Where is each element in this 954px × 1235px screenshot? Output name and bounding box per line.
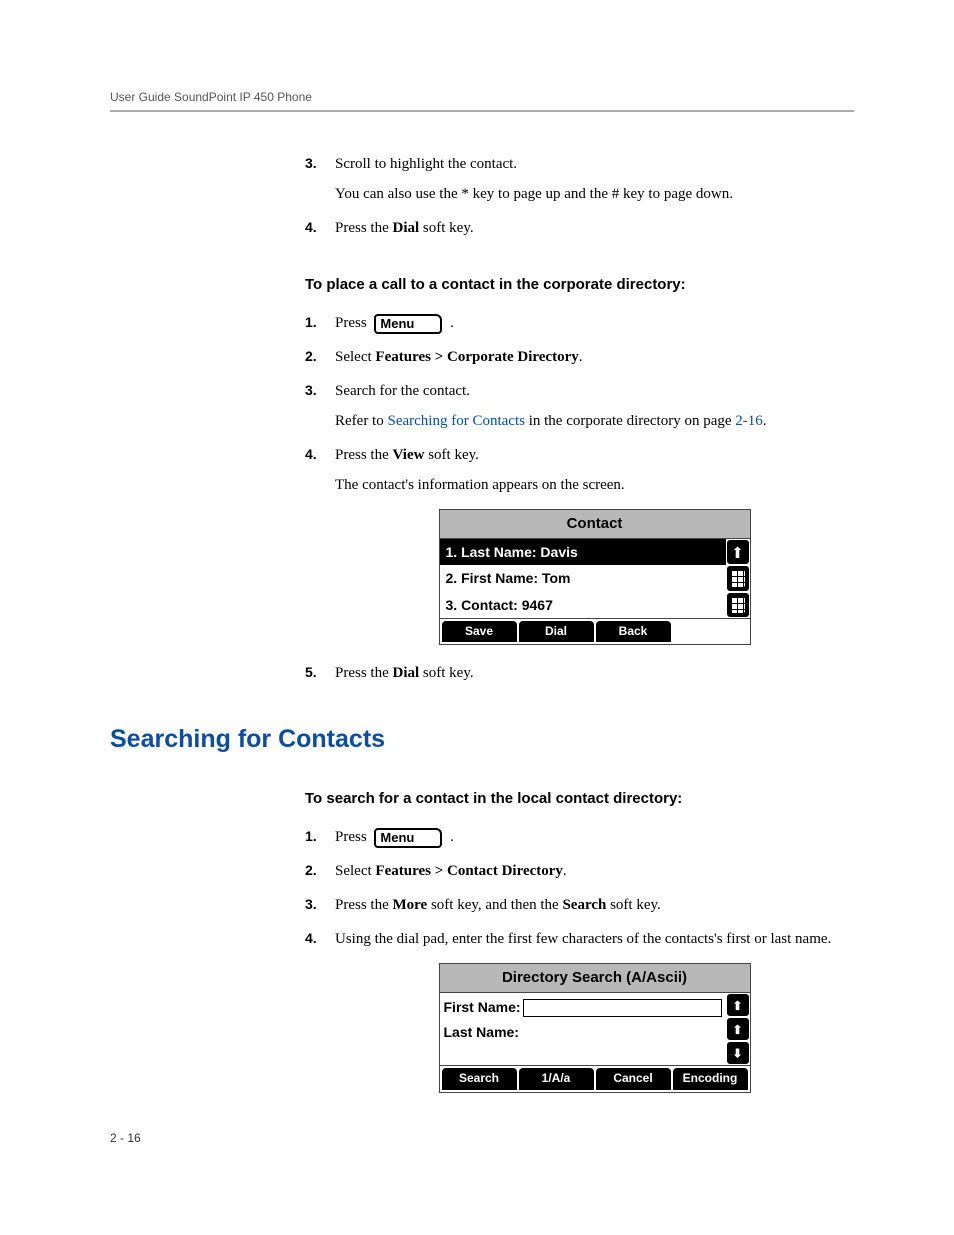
step-number: 3. [305,152,317,174]
section-title-searching: Searching for Contacts [110,725,854,754]
step-number: 4. [305,216,317,238]
scroll-up-icon [727,994,749,1016]
lcd-directory-search-screenshot: Directory Search (A/Ascii) First Name: L… [439,963,751,1092]
lcd-row: 3. Contact: 9467 [440,592,726,618]
step-number: 3. [305,893,317,915]
lcd-fields: First Name: Last Name: [440,993,726,1065]
step-number: 2. [305,859,317,881]
lcd-field-input [523,999,722,1017]
step-text: Search for the contact. [335,383,470,399]
step-text: Select Features > Corporate Directory. [335,349,583,365]
step-subtext: You can also use the * key to page up an… [335,182,854,206]
lcd-rows: 1. Last Name: Davis 2. First Name: Tom 3… [440,539,726,618]
menu-button-icon: Menu [374,314,442,334]
task-heading-corporate: To place a call to a contact in the corp… [305,276,854,293]
lcd-field-label: Last Name: [444,1021,519,1043]
link-searching-contacts[interactable]: Searching for Contacts [387,413,524,429]
step-number: 4. [305,443,317,465]
softkey-search: Search [442,1068,517,1089]
step-number: 3. [305,379,317,401]
step-number: 1. [305,311,317,333]
softkey-encoding: Encoding [673,1068,748,1089]
step-subtext: Refer to Searching for Contacts in the c… [335,409,854,433]
link-page-ref[interactable]: 2-16 [735,413,763,429]
softkey-mode: 1/A/a [519,1068,594,1089]
step-number: 2. [305,345,317,367]
keypad-icon [727,566,749,590]
task-heading-local: To search for a contact in the local con… [305,790,854,807]
menu-button-icon: Menu [374,828,442,848]
keypad-icon [727,593,749,617]
lcd-contact-screenshot: Contact 1. Last Name: Davis 2. First Nam… [439,509,751,645]
softkey-save: Save [442,621,517,642]
page-number: 2 - 16 [110,1131,141,1145]
page-header: User Guide SoundPoint IP 450 Phone [110,90,854,112]
steps-list-b: 1. Press Menu . 2. Select Features > Cor… [305,311,854,685]
step-number: 5. [305,661,317,683]
lcd-title: Directory Search (A/Ascii) [440,964,750,993]
step-text: Scroll to highlight the contact. [335,156,517,172]
steps-list-a: 3. Scroll to highlight the contact. You … [305,152,854,240]
step-text: Press the Dial soft key. [335,220,474,236]
softkey-dial: Dial [519,621,594,642]
softkey-cancel: Cancel [596,1068,671,1089]
step-number: 4. [305,927,317,949]
scroll-down-icon [727,1042,749,1064]
step-text: Press the More soft key, and then the Se… [335,897,661,913]
lcd-field-label: First Name: [444,996,521,1018]
lcd-title: Contact [440,510,750,539]
step-text: Press the View soft key. [335,447,479,463]
step-text: Press Menu . [335,829,454,845]
step-text: Select Features > Contact Directory. [335,863,567,879]
steps-list-c: 1. Press Menu . 2. Select Features > Con… [305,825,854,1092]
step-text: Using the dial pad, enter the first few … [335,931,831,947]
scroll-up-icon [727,540,749,564]
lcd-row-selected: 1. Last Name: Davis [440,539,726,565]
lcd-row: 2. First Name: Tom [440,565,726,591]
step-text: Press Menu . [335,315,454,331]
step-number: 1. [305,825,317,847]
step-text: Press the Dial soft key. [335,665,474,681]
scroll-up-icon [727,1018,749,1040]
step-subtext: The contact's information appears on the… [335,473,854,497]
softkey-back: Back [596,621,671,642]
